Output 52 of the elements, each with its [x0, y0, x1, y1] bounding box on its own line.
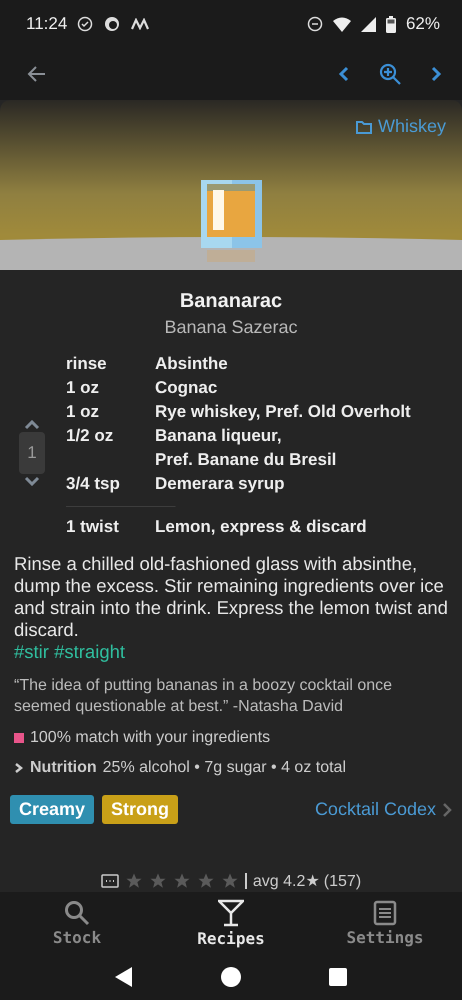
ingredient-amount: rinse	[66, 353, 108, 375]
ingredient-name: Cognac	[155, 377, 218, 399]
star-rating[interactable]	[124, 872, 239, 890]
tag: Strong	[102, 795, 178, 824]
search-icon	[64, 900, 90, 926]
ingredient-name: Demerara syrup	[155, 473, 284, 495]
check-circle-icon	[77, 16, 94, 32]
clock: 11:24	[26, 14, 68, 34]
increase-button[interactable]	[24, 420, 40, 430]
back-icon[interactable]	[115, 967, 133, 987]
folder-icon	[356, 120, 372, 134]
ingredient-name: Rye whiskey, Pref. Old Overholt	[155, 401, 411, 423]
home-icon[interactable]	[221, 967, 241, 987]
document-icon	[373, 900, 397, 926]
nav-tab[interactable]: Settings	[308, 892, 462, 954]
ingredient-name: Absinthe	[155, 353, 228, 375]
recipe-title: Bananarac	[178, 290, 284, 313]
ingredient-name: Lemon, express & discard	[155, 516, 367, 538]
ingredient-amount: 1 oz	[66, 377, 100, 399]
back-button[interactable]	[26, 65, 46, 83]
m-logo-icon	[131, 18, 150, 30]
nav-tab[interactable]: Recipes	[154, 892, 308, 954]
wifi-icon	[332, 16, 351, 32]
nutrition-toggle[interactable]: Nutrition	[30, 759, 97, 777]
ingredient-name: Banana liqueur, Pref. Banane du Bresil	[155, 425, 336, 471]
comment-icon	[100, 874, 119, 888]
source-link[interactable]: Cocktail Codex	[314, 799, 452, 820]
previous-button[interactable]	[338, 65, 350, 83]
battery-icon	[386, 16, 396, 32]
do-not-disturb-icon	[306, 16, 323, 32]
ingredient-amount: 1 twist	[66, 516, 120, 538]
ingredient-amount: 1/2 oz	[66, 425, 114, 447]
chevron-icon	[442, 802, 452, 818]
zoom-in-button[interactable]	[378, 62, 402, 86]
cocktail-glass-icon	[218, 898, 244, 926]
instructions: Rinse a chilled old-fashioned glass with absinthe, dump the excess. Stir remaining ingredients over ice and strain into the drink. Express the lemon twist and discard.	[14, 553, 448, 641]
decrease-button[interactable]	[24, 476, 40, 486]
tag: Creamy	[10, 795, 94, 824]
signal-icon	[360, 16, 376, 32]
nav-tab[interactable]: Stock	[0, 892, 154, 954]
recipe-subtitle: Banana Sazerac	[163, 317, 299, 338]
servings-count: 1	[19, 432, 45, 474]
hashtags: #stir #straight	[14, 641, 126, 663]
match-text: 100% match with your ingredients	[30, 729, 270, 747]
battery-level: 62%	[406, 14, 440, 34]
category-link[interactable]: Whiskey	[356, 116, 446, 137]
ingredient-amount: 1 oz	[66, 401, 100, 423]
ingredient-amount: 3/4 tsp	[66, 473, 121, 495]
nutrition-summary: 25% alcohol • 7g sugar • 4 oz total	[102, 759, 346, 777]
average-rating: avg 4.2★ (157)	[252, 872, 362, 891]
next-button[interactable]	[430, 65, 442, 83]
quote: “The idea of putting bananas in a boozy cocktail once seemed questionable at best.” -Natasha David	[14, 676, 394, 717]
